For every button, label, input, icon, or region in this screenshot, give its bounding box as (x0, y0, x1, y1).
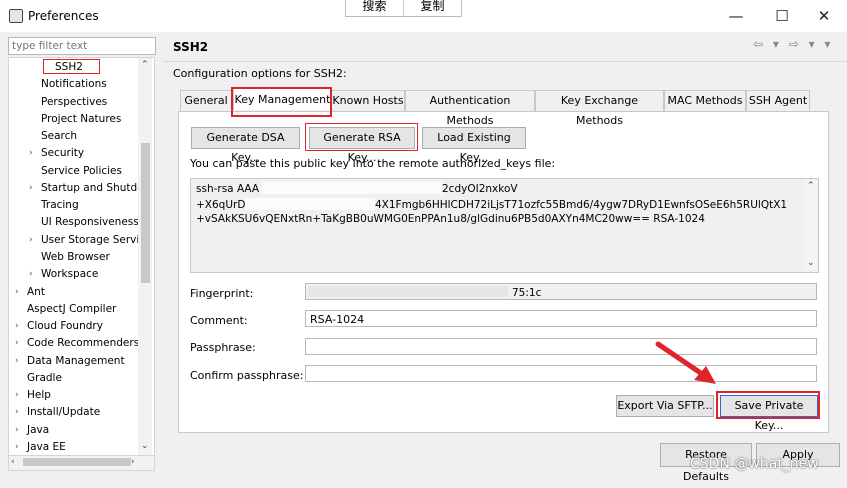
scroll-right-icon[interactable]: › (131, 457, 135, 467)
key-line-3: +vSAkKSU6vQENxtRn+TaKgBB0uWMG0EnPPAn1u8/… (196, 213, 705, 225)
tab-ssh-agent[interactable]: SSH Agent (746, 90, 810, 111)
close-button[interactable]: ✕ (810, 6, 838, 26)
tree-item[interactable]: Project Natures (41, 113, 121, 125)
key-line-1a: ssh-rsa AAA (196, 183, 260, 195)
nav-arrows[interactable]: ⇦ ▾ ⇨ ▾ ▾ (753, 37, 833, 51)
key-scroll-down-icon[interactable]: ⌄ (807, 258, 815, 268)
tree-item[interactable]: Tracing (41, 199, 79, 211)
expand-chevron-icon[interactable]: › (15, 442, 19, 452)
expand-chevron-icon[interactable]: › (15, 356, 19, 366)
rsa-highlight (305, 123, 418, 151)
header-divider (163, 61, 847, 62)
expand-chevron-icon[interactable]: › (29, 235, 33, 245)
generate-dsa-button[interactable]: Generate DSA Key... (191, 127, 300, 164)
expand-chevron-icon[interactable]: › (15, 407, 19, 417)
paste-instructions: You can paste this public key into the r… (190, 157, 556, 170)
save-highlight (716, 391, 820, 419)
passphrase-label: Passphrase: (190, 341, 256, 354)
tree-item[interactable]: Startup and Shutdo (41, 182, 144, 194)
tree-hscroll-thumb[interactable] (23, 458, 131, 466)
confirm-passphrase-field[interactable] (305, 365, 817, 382)
tree-item[interactable]: SSH2 (55, 61, 83, 73)
tab-authentication-methods[interactable]: Authentication Methods (405, 90, 535, 127)
tree-item[interactable]: Web Browser (41, 251, 110, 263)
export-via-sftp-button[interactable]: Export Via SFTP... (616, 395, 714, 417)
scroll-down-icon[interactable]: ⌄ (141, 441, 149, 451)
floating-toolbar: 搜索 复制 (345, 0, 462, 17)
filter-input[interactable]: type filter text (8, 37, 156, 55)
comment-field[interactable]: RSA-1024 (305, 310, 817, 327)
key-line-2a: +X6qUrD (196, 199, 246, 211)
tree-item[interactable]: Service Policies (41, 165, 122, 177)
fingerprint-value: 75:1c (512, 287, 542, 299)
tree-item[interactable]: AspectJ Compiler (27, 303, 116, 315)
redacted-region (308, 286, 508, 297)
eclipse-app-icon (9, 9, 23, 23)
expand-chevron-icon[interactable]: › (29, 269, 33, 279)
scroll-up-icon[interactable]: ⌃ (141, 60, 149, 70)
expand-chevron-icon[interactable]: › (15, 338, 19, 348)
confirm-passphrase-label: Confirm passphrase: (190, 369, 304, 382)
tree-item[interactable]: Install/Update (27, 406, 100, 418)
load-existing-key-button[interactable]: Load Existing Key... (422, 127, 526, 164)
tree-item[interactable]: UI Responsiveness (41, 216, 139, 228)
search-float-button[interactable]: 搜索 (346, 0, 404, 16)
tree-item[interactable]: Cloud Foundry (27, 320, 103, 332)
tree-item[interactable]: User Storage Servic (41, 234, 145, 246)
tree-item[interactable]: Code Recommenders (27, 337, 139, 349)
red-arrow-icon (655, 341, 716, 384)
tree-item[interactable]: Ant (27, 286, 45, 298)
key-scrollbar[interactable] (805, 180, 817, 270)
redacted-region (245, 198, 375, 210)
scroll-left-icon[interactable]: ‹ (11, 457, 15, 467)
tab-highlight (231, 87, 332, 117)
comment-label: Comment: (190, 314, 248, 327)
expand-chevron-icon[interactable]: › (15, 390, 19, 400)
expand-chevron-icon[interactable]: › (29, 148, 33, 158)
passphrase-field[interactable] (305, 338, 817, 355)
window-title: Preferences (28, 9, 99, 23)
maximize-button[interactable]: ☐ (768, 6, 796, 26)
key-scroll-up-icon[interactable]: ⌃ (807, 181, 815, 191)
fingerprint-label: Fingerprint: (190, 287, 254, 300)
tab-general[interactable]: General (180, 90, 232, 111)
tree-item[interactable]: Perspectives (41, 96, 107, 108)
tab-key-exchange-methods[interactable]: Key Exchange Methods (535, 90, 664, 127)
tab-mac-methods[interactable]: MAC Methods (664, 90, 746, 111)
tree-item[interactable]: Search (41, 130, 77, 142)
tree-scroll-thumb[interactable] (141, 143, 150, 283)
copy-float-button[interactable]: 复制 (404, 0, 461, 16)
key-line-1b: 2cdyOI2nxkoV (442, 183, 518, 195)
tree-item[interactable]: Workspace (41, 268, 98, 280)
tree-item[interactable]: Data Management (27, 355, 125, 367)
tree-item[interactable]: Security (41, 147, 84, 159)
key-line-2b: 4X1Fmgb6HHlCDH72iLjsT71ozfc55Bmd6/4ygw7D… (375, 199, 788, 211)
expand-chevron-icon[interactable]: › (15, 287, 19, 297)
page-title: SSH2 (173, 40, 209, 54)
tree-item[interactable]: Help (27, 389, 51, 401)
tree-item[interactable]: Gradle (27, 372, 62, 384)
expand-chevron-icon[interactable]: › (15, 425, 19, 435)
page-description: Configuration options for SSH2: (173, 67, 347, 80)
expand-chevron-icon[interactable]: › (29, 183, 33, 193)
tree-item[interactable]: Notifications (41, 78, 107, 90)
minimize-button[interactable]: — (722, 6, 750, 26)
tab-known-hosts[interactable]: Known Hosts (331, 90, 405, 111)
expand-chevron-icon[interactable]: › (15, 321, 19, 331)
tree-item[interactable]: Java EE (27, 441, 66, 453)
watermark: CSDN @what_new (690, 456, 819, 472)
tree-item[interactable]: Java (27, 424, 49, 436)
redacted-region (262, 182, 442, 194)
